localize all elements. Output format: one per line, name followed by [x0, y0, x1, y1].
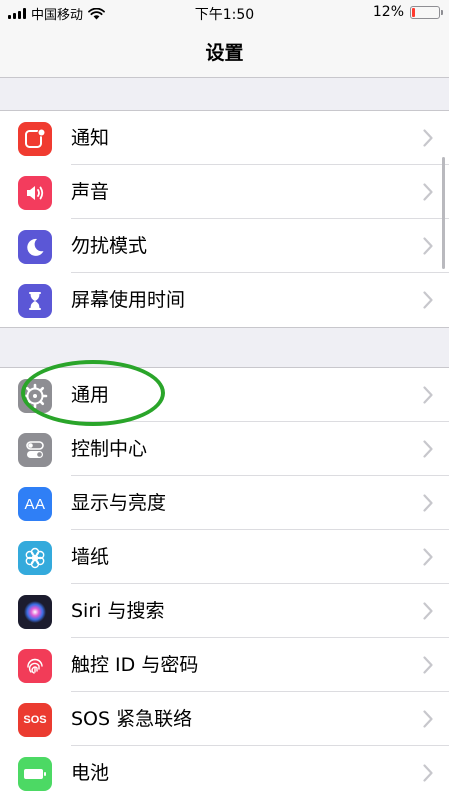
settings-group-1: 通知 声音 勿扰模式 屏幕使用时间	[0, 110, 449, 328]
settings-row-touch-id-passcode[interactable]: 触控 ID 与密码	[0, 638, 449, 692]
settings-row-do-not-disturb[interactable]: 勿扰模式	[0, 219, 449, 273]
chevron-right-icon	[423, 656, 433, 674]
siri-icon	[18, 595, 52, 629]
fingerprint-icon	[18, 649, 52, 683]
chevron-right-icon	[423, 183, 433, 201]
chevron-right-icon	[423, 602, 433, 620]
settings-row-notifications[interactable]: 通知	[0, 111, 449, 165]
chevron-right-icon	[423, 548, 433, 566]
toggles-icon	[18, 433, 52, 467]
sounds-icon	[18, 176, 52, 210]
status-right: 12%	[372, 4, 443, 20]
settings-group-2: 通用 控制中心 AA 显示与亮度 墙纸 Siri 与搜索 触控 ID 与密码 S…	[0, 367, 449, 800]
chevron-right-icon	[423, 129, 433, 147]
settings-row-label: Siri 与搜索	[71, 600, 165, 622]
settings-row-label: 墙纸	[71, 546, 110, 568]
settings-row-label: 屏幕使用时间	[71, 289, 186, 311]
navigation-bar: 设置	[0, 26, 449, 78]
sos-icon: SOS	[18, 703, 52, 737]
page-title: 设置	[205, 42, 244, 64]
aa-icon: AA	[18, 487, 52, 521]
scroll-indicator[interactable]	[442, 157, 445, 269]
settings-row-label: 显示与亮度	[71, 492, 167, 514]
annotation-highlight-circle	[21, 360, 165, 426]
settings-row-wallpaper[interactable]: 墙纸	[0, 530, 449, 584]
battery-icon	[18, 757, 52, 791]
settings-row-display-brightness[interactable]: AA 显示与亮度	[0, 476, 449, 530]
flower-icon	[18, 541, 52, 575]
notifications-icon	[18, 122, 52, 156]
settings-row-control-center[interactable]: 控制中心	[0, 422, 449, 476]
settings-row-screen-time[interactable]: 屏幕使用时间	[0, 273, 449, 327]
settings-row-emergency-sos[interactable]: SOS SOS 紧急联络	[0, 692, 449, 746]
chevron-right-icon	[423, 764, 433, 782]
aa-icon-text: AA	[24, 495, 46, 513]
settings-row-label: SOS 紧急联络	[71, 708, 193, 730]
settings-row-label: 通知	[71, 127, 110, 149]
battery-fill	[412, 7, 416, 17]
chevron-right-icon	[423, 440, 433, 458]
chevron-right-icon	[423, 237, 433, 255]
battery-percent: 12%	[372, 4, 404, 20]
battery-status-icon	[410, 5, 443, 19]
settings-row-siri-search[interactable]: Siri 与搜索	[0, 584, 449, 638]
hourglass-icon	[18, 284, 52, 318]
settings-row-label: 电池	[71, 762, 110, 784]
settings-row-label: 控制中心	[71, 438, 148, 460]
settings-row-label: 声音	[71, 181, 110, 203]
settings-row-battery[interactable]: 电池	[0, 746, 449, 800]
status-bar: 中国移动 下午1:50 12%	[0, 0, 449, 26]
sos-icon-text: SOS	[23, 714, 47, 726]
chevron-right-icon	[423, 386, 433, 404]
settings-row-label: 触控 ID 与密码	[71, 654, 199, 676]
settings-row-sounds[interactable]: 声音	[0, 165, 449, 219]
settings-row-label: 勿扰模式	[71, 235, 148, 257]
chevron-right-icon	[423, 291, 433, 309]
moon-icon	[18, 230, 52, 264]
chevron-right-icon	[423, 494, 433, 512]
chevron-right-icon	[423, 710, 433, 728]
